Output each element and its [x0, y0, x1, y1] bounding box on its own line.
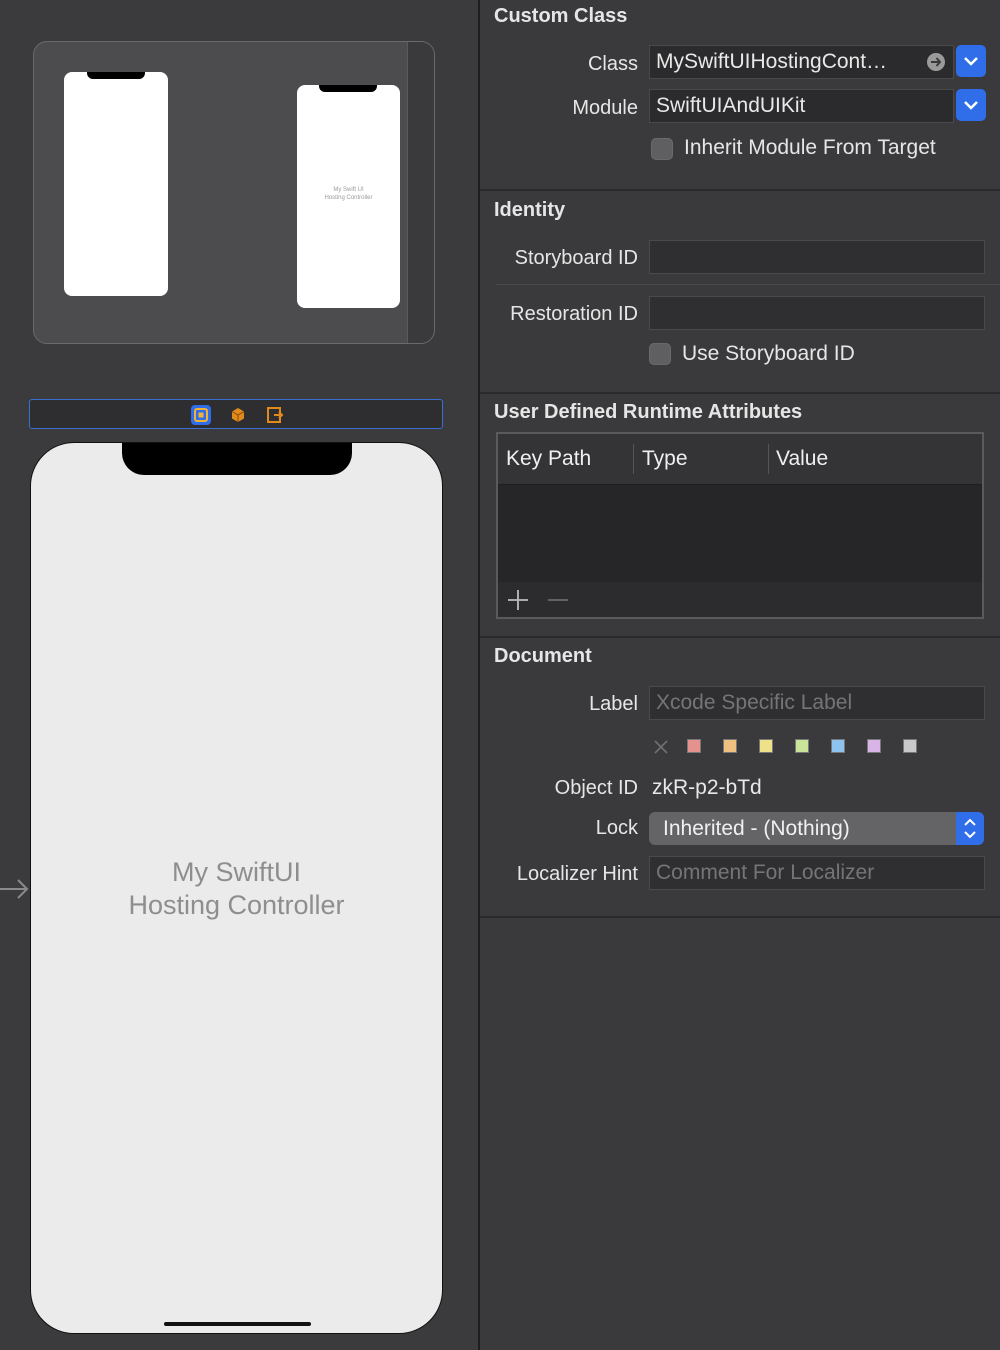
- lock-popup-button[interactable]: [956, 812, 984, 845]
- scene-title-line2: Hosting Controller: [128, 890, 345, 920]
- minimap-notch: [87, 72, 145, 79]
- minimap[interactable]: My Swift UI Hosting Controller: [33, 41, 435, 344]
- minimap-text-line1: My Swift UI: [333, 187, 364, 193]
- exit-icon[interactable]: [265, 405, 285, 425]
- identity-title: Identity: [494, 199, 566, 221]
- minimap-scrollbar[interactable]: [407, 42, 434, 343]
- first-responder-icon[interactable]: [228, 405, 248, 425]
- minimap-text-line2: Hosting Controller: [324, 195, 373, 201]
- custom-class-title: Custom Class: [494, 5, 628, 27]
- module-dropdown-button[interactable]: [956, 89, 986, 121]
- runtime-attributes-title: User Defined Runtime Attributes: [494, 401, 803, 423]
- restoration-id-field[interactable]: [649, 296, 985, 330]
- hosting-controller-scene[interactable]: My SwiftUI Hosting Controller: [30, 442, 443, 1334]
- table-footer: [498, 582, 982, 617]
- color-swatch[interactable]: [795, 739, 809, 753]
- color-swatch[interactable]: [723, 739, 737, 753]
- runtime-attributes-table[interactable]: Key Path Type Value: [496, 432, 984, 619]
- scene-dock: [29, 399, 443, 429]
- color-swatch[interactable]: [831, 739, 845, 753]
- phone-notch: [122, 443, 352, 475]
- class-field[interactable]: MySwiftUIHostingCont…: [649, 45, 954, 79]
- inherit-module-checkbox[interactable]: [651, 138, 673, 160]
- class-value: MySwiftUIHostingCont…: [656, 50, 888, 73]
- color-swatch[interactable]: [687, 739, 701, 753]
- use-storyboard-id-label: Use Storyboard ID: [682, 342, 855, 365]
- class-dropdown-button[interactable]: [956, 45, 986, 77]
- color-swatch[interactable]: [759, 739, 773, 753]
- minimap-scene-left[interactable]: [64, 72, 168, 296]
- object-id-label: Object ID: [554, 777, 638, 799]
- document-label-field[interactable]: [649, 686, 985, 720]
- column-value[interactable]: Value: [768, 434, 978, 484]
- view-controller-icon[interactable]: [191, 405, 211, 425]
- clear-color-icon[interactable]: [653, 739, 669, 755]
- section-divider: [480, 189, 1000, 191]
- section-divider: [480, 916, 1000, 918]
- storyboard-canvas[interactable]: My Swift UI Hosting Controller My SwiftU…: [0, 0, 478, 1350]
- go-to-class-icon[interactable]: [925, 51, 947, 73]
- minimap-scene-text: My Swift UI Hosting Controller: [297, 186, 400, 202]
- add-attribute-button[interactable]: [506, 588, 530, 612]
- inherit-module-label: Inherit Module From Target: [684, 136, 936, 159]
- object-id-value: zkR-p2-bTd: [652, 776, 762, 799]
- module-value: SwiftUIAndUIKit: [656, 94, 806, 117]
- chevron-down-icon: [964, 57, 978, 66]
- section-divider: [480, 392, 1000, 394]
- module-field[interactable]: SwiftUIAndUIKit: [649, 89, 954, 123]
- entry-point-arrow-icon[interactable]: [0, 874, 30, 904]
- section-divider: [480, 636, 1000, 638]
- module-label: Module: [572, 97, 638, 119]
- minimap-scene-right[interactable]: My Swift UI Hosting Controller: [297, 85, 400, 308]
- chevron-down-icon: [964, 101, 978, 110]
- restoration-id-label: Restoration ID: [510, 303, 638, 325]
- color-swatch[interactable]: [903, 739, 917, 753]
- use-storyboard-id-checkbox[interactable]: [649, 343, 671, 365]
- localizer-hint-label: Localizer Hint: [516, 863, 638, 885]
- column-key-path[interactable]: Key Path: [498, 434, 634, 484]
- row-divider: [496, 284, 1000, 285]
- color-swatch[interactable]: [867, 739, 881, 753]
- minimap-notch: [319, 85, 377, 92]
- storyboard-id-label: Storyboard ID: [514, 247, 638, 269]
- class-label: Class: [587, 53, 638, 75]
- storyboard-id-field[interactable]: [649, 240, 985, 274]
- lock-value: Inherited - (Nothing): [663, 817, 850, 840]
- column-type[interactable]: Type: [634, 434, 768, 484]
- document-title: Document: [494, 645, 592, 667]
- up-down-chevron-icon: [964, 818, 976, 839]
- lock-popup[interactable]: Inherited - (Nothing): [649, 812, 984, 845]
- table-header: Key Path Type Value: [498, 434, 982, 485]
- remove-attribute-button[interactable]: [546, 588, 570, 612]
- identity-inspector: Custom Class Class MySwiftUIHostingCont……: [480, 0, 1000, 1350]
- scene-title-line1: My SwiftUI: [171, 857, 301, 887]
- home-indicator: [164, 1322, 311, 1326]
- document-label-label: Label: [589, 693, 638, 715]
- localizer-hint-field[interactable]: [649, 856, 985, 890]
- lock-label: Lock: [595, 817, 638, 839]
